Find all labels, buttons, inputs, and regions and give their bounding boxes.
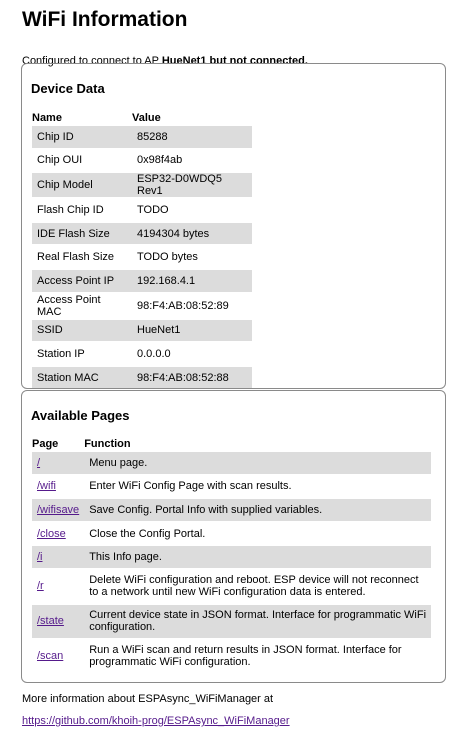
device-data-heading: Device Data (31, 81, 105, 96)
page-function: Run a WiFi scan and return results in JS… (89, 644, 402, 669)
page-link-menu[interactable]: / (37, 457, 40, 469)
page-link-wifi[interactable]: /wifi (37, 480, 56, 492)
row-value: TODO bytes (137, 251, 198, 264)
table-row: Chip OUI 0x98f4ab (32, 150, 252, 172)
available-pages-heading: Available Pages (31, 408, 130, 423)
row-name: IDE Flash Size (32, 222, 132, 245)
page-function: Close the Config Portal. (89, 527, 206, 540)
table-row: /state Current device state in JSON form… (32, 604, 432, 638)
table-row: Access Point IP 192.168.4.1 (32, 269, 252, 292)
row-value: ESP32-D0WDQ5 Rev1 (132, 173, 252, 198)
github-link[interactable]: https://github.com/khoih-prog/ESPAsync_W… (22, 715, 290, 727)
row-value: 0x98f4ab (137, 154, 183, 167)
row-name: Chip Model (32, 173, 132, 198)
table-row: /wifi Enter WiFi Config Page with scan r… (32, 476, 431, 498)
table-row: Station MAC 98:F4:AB:08:52:88 (32, 366, 252, 389)
row-name: Real Flash Size (37, 251, 115, 264)
page-function: Current device state in JSON format. Int… (84, 604, 432, 638)
column-header-function: Function (84, 438, 131, 450)
table-row: / Menu page. (32, 452, 432, 474)
table-row: Station IP 0.0.0.0 (32, 343, 252, 365)
more-info-text: More information about ESPAsync_WiFiMana… (22, 693, 274, 705)
page-link-wifisave[interactable]: /wifisave (37, 504, 79, 516)
row-value: 0.0.0.0 (137, 347, 171, 360)
row-name: Flash Chip ID (37, 203, 104, 216)
column-header-name: Name (32, 112, 62, 124)
available-pages-panel: Available Pages Page Function / Menu pag… (21, 390, 446, 683)
table-row: Access Point MAC 98:F4:AB:08:52:89 (32, 294, 252, 318)
table-row: /i This Info page. (32, 546, 432, 568)
row-value: 4194304 bytes (132, 222, 252, 245)
row-value: 98:F4:AB:08:52:89 (137, 299, 229, 312)
page-link-reset[interactable]: /r (37, 580, 44, 592)
row-value: 98:F4:AB:08:52:88 (132, 366, 252, 389)
page-function: Save Config. Portal Info with supplied v… (84, 499, 432, 521)
table-row: /close Close the Config Portal. (32, 523, 431, 545)
page-link-info[interactable]: /i (37, 551, 43, 563)
column-header-value: Value (132, 112, 161, 124)
page-function: This Info page. (84, 546, 432, 568)
row-value: HueNet1 (132, 319, 252, 342)
device-data-panel: Device Data Name Value Chip ID 85288 Chi… (21, 63, 446, 389)
page-function: Menu page. (84, 452, 432, 474)
table-row: Chip ID 85288 (32, 126, 252, 148)
row-name: Station MAC (32, 366, 132, 389)
table-row: /wifisave Save Config. Portal Info with … (32, 499, 432, 521)
row-name: SSID (32, 319, 132, 342)
available-pages-table: Page Function / Menu page. /wifi Enter W… (32, 434, 432, 675)
row-name: Access Point IP (32, 269, 132, 292)
table-row: /scan Run a WiFi scan and return results… (32, 640, 431, 673)
table-row: /r Delete WiFi configuration and reboot.… (32, 570, 431, 603)
table-row: IDE Flash Size 4194304 bytes (32, 222, 252, 245)
row-name: Chip OUI (37, 154, 83, 167)
row-name: Station IP (37, 347, 85, 360)
column-header-page: Page (32, 438, 59, 450)
page-link-state[interactable]: /state (37, 615, 64, 627)
row-name: Access Point MAC (37, 293, 101, 318)
page-title: WiFi Information (22, 8, 188, 31)
row-name: Chip ID (32, 126, 132, 148)
row-value: 192.168.4.1 (132, 269, 252, 292)
table-row: Real Flash Size TODO bytes (32, 246, 252, 268)
page-link-close[interactable]: /close (37, 528, 66, 540)
device-data-table: Name Value Chip ID 85288 Chip OUI 0x98f4… (32, 108, 252, 390)
page-link-scan[interactable]: /scan (37, 650, 63, 662)
table-row: Flash Chip ID TODO (32, 199, 252, 221)
page-function: Enter WiFi Config Page with scan results… (89, 480, 292, 493)
row-value: TODO (137, 203, 169, 216)
table-row: Chip Model ESP32-D0WDQ5 Rev1 (32, 173, 252, 198)
row-value: 85288 (132, 126, 252, 148)
table-row: SSID HueNet1 (32, 319, 252, 342)
page-function: Delete WiFi configuration and reboot. ES… (89, 574, 419, 599)
